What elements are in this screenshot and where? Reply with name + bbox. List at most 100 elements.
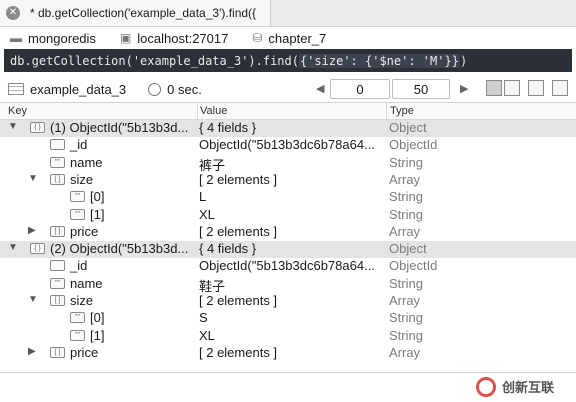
- row-key: name: [70, 154, 103, 170]
- row-key: [0]: [90, 310, 105, 326]
- row-type: String: [389, 206, 423, 222]
- tree-row[interactable]: ▼ [ ] size [ 2 elements ] Array: [0, 293, 576, 310]
- query-suffix: ): [459, 53, 468, 68]
- results-toolbar: example_data_3 0 sec. ◀ 0 50 ▶: [0, 76, 576, 102]
- row-type: String: [389, 189, 423, 205]
- expanded-arrow-icon[interactable]: ▼: [28, 173, 38, 184]
- row-value: [ 2 elements ]: [199, 344, 278, 360]
- row-type: String: [389, 275, 423, 291]
- row-key: size: [70, 293, 94, 308]
- column-key[interactable]: Key: [8, 105, 27, 117]
- row-key: [1]: [90, 327, 105, 343]
- collection-name: example_data_3: [30, 81, 127, 97]
- tree-row[interactable]: "" [1] XL String: [0, 328, 576, 345]
- server-item[interactable]: ▬ mongoredis: [10, 31, 96, 46]
- expanded-arrow-icon[interactable]: ▼: [8, 242, 18, 253]
- result-tree: Key Value Type ▼ { } (1) ObjectId("5b13b3d…: [0, 102, 576, 373]
- column-header: Key Value Type: [0, 103, 576, 120]
- row-type: Array: [389, 293, 421, 308]
- tree-row[interactable]: "" [1] XL String: [0, 207, 576, 224]
- tree-row[interactable]: ▼ { } (1) ObjectId("5b13b3d... { 4 fields }…: [0, 120, 576, 137]
- tree-row[interactable]: "" [0] L String: [0, 189, 576, 206]
- text-view-icon[interactable]: [528, 80, 544, 96]
- array-icon: [ ]: [50, 225, 65, 237]
- row-value: 鞋子: [199, 278, 226, 294]
- host-name: localhost:27017: [137, 30, 229, 46]
- row-key: [1]: [90, 206, 105, 222]
- host-item[interactable]: ▣ localhost:27017: [120, 31, 228, 46]
- row-key: size: [70, 171, 94, 187]
- clock-icon: [148, 82, 162, 96]
- object-icon: { }: [30, 122, 45, 133]
- string-icon: "": [50, 156, 65, 168]
- database-name: chapter_7: [268, 30, 327, 46]
- expanded-arrow-icon[interactable]: ▼: [8, 121, 18, 132]
- row-key: [0]: [90, 189, 105, 205]
- row-type: Array: [389, 344, 421, 360]
- tree-row[interactable]: _id ObjectId("5b13b3dc6b78a64... ObjectId: [0, 137, 576, 154]
- tab-bar: ✕ * db.getCollection('example_data_3').f…: [0, 0, 576, 27]
- row-key: (2) ObjectId("5b13b3d...: [50, 241, 189, 257]
- collection-icon: [8, 83, 24, 95]
- tree-row[interactable]: "" name 裤子 String: [0, 154, 576, 173]
- time-label: 0 sec.: [167, 81, 202, 97]
- string-icon: "": [70, 208, 85, 220]
- row-key: (1) ObjectId("5b13b3d...: [50, 120, 189, 135]
- row-value: ObjectId("5b13b3dc6b78a64...: [199, 137, 375, 153]
- row-type: Array: [389, 171, 421, 187]
- tree-row[interactable]: _id ObjectId("5b13b3dc6b78a64... ObjectId: [0, 258, 576, 275]
- column-type[interactable]: Type: [390, 105, 414, 117]
- array-icon: [ ]: [50, 295, 65, 306]
- string-icon: "": [50, 277, 65, 289]
- row-value: ObjectId("5b13b3dc6b78a64...: [199, 258, 375, 274]
- id-icon: [50, 139, 65, 151]
- limit-input[interactable]: 50: [392, 79, 450, 99]
- tree-row[interactable]: "" [0] S String: [0, 310, 576, 327]
- tree-row[interactable]: ▼ { } (2) ObjectId("5b13b3d... { 4 fields }…: [0, 241, 576, 259]
- row-value: S: [199, 310, 208, 326]
- query-editor[interactable]: db.getCollection('example_data_3').find(…: [4, 49, 572, 72]
- row-type: ObjectId: [389, 258, 438, 274]
- database-icon: ⛁: [252, 31, 263, 45]
- close-icon[interactable]: ✕: [6, 6, 20, 20]
- brand-logo-icon: [476, 376, 496, 397]
- watermark: 创新互联: [476, 371, 576, 402]
- tree-row[interactable]: ▶ [ ] price [ 2 elements ] Array: [0, 224, 576, 241]
- next-page-icon[interactable]: ▶: [460, 82, 468, 95]
- row-key: price: [70, 344, 99, 360]
- row-value: { 4 fields }: [199, 120, 257, 135]
- row-type: String: [389, 310, 423, 326]
- execution-time: 0 sec.: [148, 82, 202, 97]
- row-type: Object: [389, 120, 427, 135]
- string-icon: "": [70, 312, 85, 324]
- server-name: mongoredis: [28, 30, 96, 46]
- row-key: _id: [70, 258, 88, 274]
- collection-item[interactable]: example_data_3: [8, 82, 126, 97]
- tree-row[interactable]: "" name 鞋子 String: [0, 275, 576, 294]
- tree-view-icon[interactable]: [486, 80, 502, 96]
- tree-row[interactable]: ▼ [ ] size [ 2 elements ] Array: [0, 172, 576, 189]
- raw-view-icon[interactable]: [552, 80, 568, 96]
- row-type: Array: [389, 223, 421, 239]
- object-icon: { }: [30, 243, 45, 255]
- query-tab[interactable]: ✕ * db.getCollection('example_data_3').f…: [0, 0, 271, 26]
- column-value[interactable]: Value: [200, 105, 227, 117]
- skip-input[interactable]: 0: [330, 79, 390, 99]
- server-icon: ▬: [10, 31, 22, 45]
- row-value: XL: [199, 206, 215, 222]
- prev-page-icon[interactable]: ◀: [316, 82, 324, 95]
- tab-title: * db.getCollection('example_data_3').fin…: [30, 6, 257, 20]
- row-type: String: [389, 154, 423, 170]
- database-item[interactable]: ⛁ chapter_7: [252, 31, 326, 46]
- row-key: price: [70, 223, 99, 239]
- string-icon: "": [70, 191, 85, 203]
- expanded-arrow-icon[interactable]: ▼: [28, 294, 38, 305]
- table-view-icon[interactable]: [504, 80, 520, 96]
- query-prefix: db.getCollection('example_data_3').find(: [10, 53, 299, 68]
- collapsed-arrow-icon[interactable]: ▶: [28, 225, 36, 236]
- row-value: [ 2 elements ]: [199, 171, 278, 187]
- collapsed-arrow-icon[interactable]: ▶: [28, 346, 36, 357]
- tree-row[interactable]: ▶ [ ] price [ 2 elements ] Array: [0, 345, 576, 362]
- row-key: _id: [70, 137, 88, 153]
- array-icon: [ ]: [50, 173, 65, 185]
